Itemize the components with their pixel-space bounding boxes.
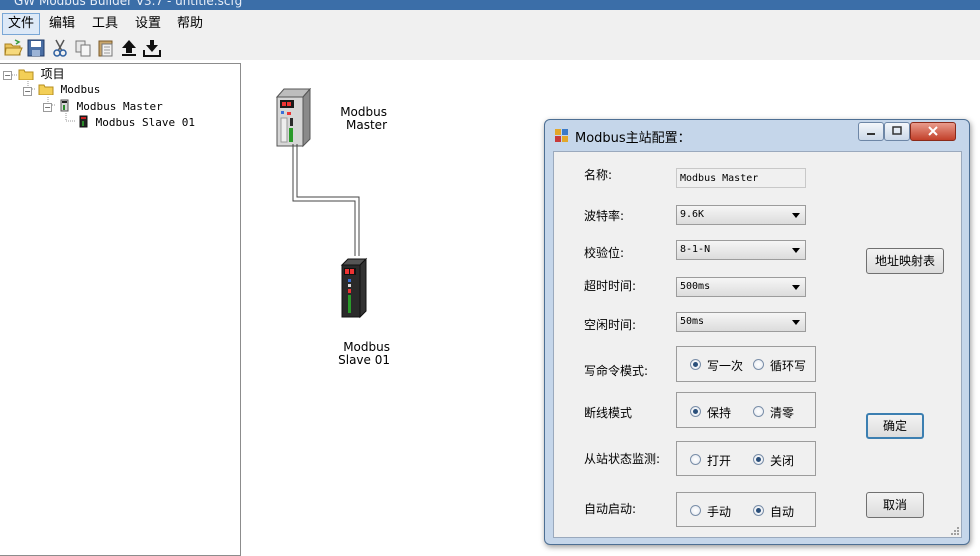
slave-device[interactable] [340, 257, 368, 322]
master-config-dialog: Modbus主站配置： 名称: Modbus Master 波特率: 9.6K … [544, 119, 970, 545]
idle-label: 空闲时间: [584, 318, 637, 332]
tree-item-project[interactable]: 项目 [18, 67, 65, 81]
parity-label: 校验位: [584, 246, 625, 260]
disconnect-mode-label: 断线模式 [584, 406, 633, 420]
app-title: GW Modbus Builder V3.7 - untitle.scfg [14, 0, 243, 8]
write-mode-group: 写一次 循环写 [676, 346, 816, 382]
master-canvas-label-1: Modbus [340, 105, 387, 119]
device-icon [60, 99, 69, 112]
timeout-label: 超时时间: [584, 279, 637, 293]
menu-bar: 文件 编辑 工具 设置 帮助 [0, 10, 980, 36]
expand-toggle-modbus[interactable]: − [23, 87, 32, 96]
slave-device-icon [340, 257, 368, 319]
close-icon [928, 126, 938, 136]
chevron-down-icon [792, 248, 800, 253]
keep-label[interactable]: 保持 [707, 404, 731, 421]
expand-toggle-master[interactable]: − [43, 103, 52, 112]
disconnect-mode-group: 保持 清零 [676, 392, 816, 428]
folder-icon [18, 69, 34, 81]
menu-settings[interactable]: 设置 [130, 14, 166, 34]
idle-select-value: 50ms [680, 316, 705, 327]
tree-item-modbus-master[interactable]: Modbus Master [58, 99, 163, 113]
expand-toggle-project[interactable]: − [3, 71, 12, 80]
tree-item-modbus-slave[interactable]: Modbus Slave 01 [77, 115, 195, 129]
save-icon[interactable] [26, 38, 46, 58]
project-tree: − 项目 − Modbus − Modbus Master Modbus Sla… [0, 63, 241, 556]
master-canvas-label-2: Master [346, 118, 387, 132]
minimize-icon [867, 133, 875, 135]
monitor-open-label[interactable]: 打开 [707, 452, 731, 469]
dialog-app-icon [555, 129, 568, 142]
baud-select[interactable]: 9.6K [676, 205, 806, 225]
monitor-close-label[interactable]: 关闭 [770, 452, 794, 469]
chevron-down-icon [792, 320, 800, 325]
slave-canvas-label-2: Slave 01 [338, 353, 390, 367]
idle-select[interactable]: 50ms [676, 312, 806, 332]
write-once-label[interactable]: 写一次 [707, 357, 743, 374]
master-device-icon [275, 87, 312, 148]
slave-canvas-label-1: Modbus [343, 340, 390, 354]
parity-select-value: 8-1-N [680, 244, 711, 255]
clear-label[interactable]: 清零 [770, 404, 794, 421]
tree-item-modbus[interactable]: Modbus [38, 83, 100, 97]
close-button[interactable] [910, 122, 956, 141]
menu-help[interactable]: 帮助 [172, 14, 208, 34]
maximize-button[interactable] [884, 122, 910, 141]
auto-label[interactable]: 自动 [770, 503, 794, 520]
manual-radio[interactable] [690, 505, 701, 516]
manual-label[interactable]: 手动 [707, 503, 731, 520]
dialog-title: Modbus主站配置： [575, 131, 691, 146]
baud-label: 波特率: [584, 209, 625, 223]
baud-select-value: 9.6K [680, 209, 705, 220]
download-icon[interactable] [142, 38, 162, 58]
write-cycle-label[interactable]: 循环写 [770, 357, 806, 374]
ok-button[interactable]: 确定 [866, 413, 924, 439]
monitor-close-radio[interactable] [753, 454, 764, 465]
chevron-down-icon [792, 213, 800, 218]
menu-edit[interactable]: 编辑 [44, 14, 80, 34]
slave-device-icon [79, 115, 88, 128]
dialog-client-area: 名称: Modbus Master 波特率: 9.6K 校验位: 8-1-N 超… [553, 151, 962, 538]
menu-tools[interactable]: 工具 [87, 14, 123, 34]
timeout-select[interactable]: 500ms [676, 277, 806, 297]
toolbar [0, 36, 980, 60]
name-label: 名称: [584, 168, 613, 182]
address-map-button[interactable]: 地址映射表 [866, 248, 944, 274]
slave-monitor-group: 打开 关闭 [676, 441, 816, 476]
cancel-button[interactable]: 取消 [866, 492, 924, 518]
paste-icon[interactable] [96, 38, 116, 58]
cut-icon[interactable] [50, 38, 70, 58]
menu-file[interactable]: 文件 [2, 13, 41, 35]
write-mode-label: 写命令模式: [584, 364, 649, 378]
maximize-icon [892, 126, 902, 135]
timeout-select-value: 500ms [680, 281, 711, 292]
app-title-bar: GW Modbus Builder V3.7 - untitle.scfg [0, 0, 980, 10]
open-folder-icon[interactable] [3, 38, 23, 58]
name-field[interactable]: Modbus Master [676, 168, 806, 188]
monitor-open-radio[interactable] [690, 454, 701, 465]
tree-label-project: 项目 [40, 67, 65, 81]
autostart-label: 自动启动: [584, 502, 637, 516]
slave-monitor-label: 从站状态监测: [584, 452, 661, 466]
write-cycle-radio[interactable] [753, 359, 764, 370]
folder-icon [38, 84, 54, 96]
clear-radio[interactable] [753, 406, 764, 417]
autostart-group: 手动 自动 [676, 492, 816, 527]
parity-select[interactable]: 8-1-N [676, 240, 806, 260]
tree-label-slave: Modbus Slave 01 [95, 116, 195, 129]
tree-label-master: Modbus Master [76, 100, 163, 113]
minimize-button[interactable] [858, 122, 884, 141]
tree-label-modbus: Modbus [60, 83, 101, 96]
auto-radio[interactable] [753, 505, 764, 516]
upload-icon[interactable] [119, 38, 139, 58]
connection-line [292, 144, 360, 256]
resize-grip-icon[interactable] [951, 527, 959, 535]
write-once-radio[interactable] [690, 359, 701, 370]
copy-icon[interactable] [73, 38, 93, 58]
chevron-down-icon [792, 285, 800, 290]
keep-radio[interactable] [690, 406, 701, 417]
